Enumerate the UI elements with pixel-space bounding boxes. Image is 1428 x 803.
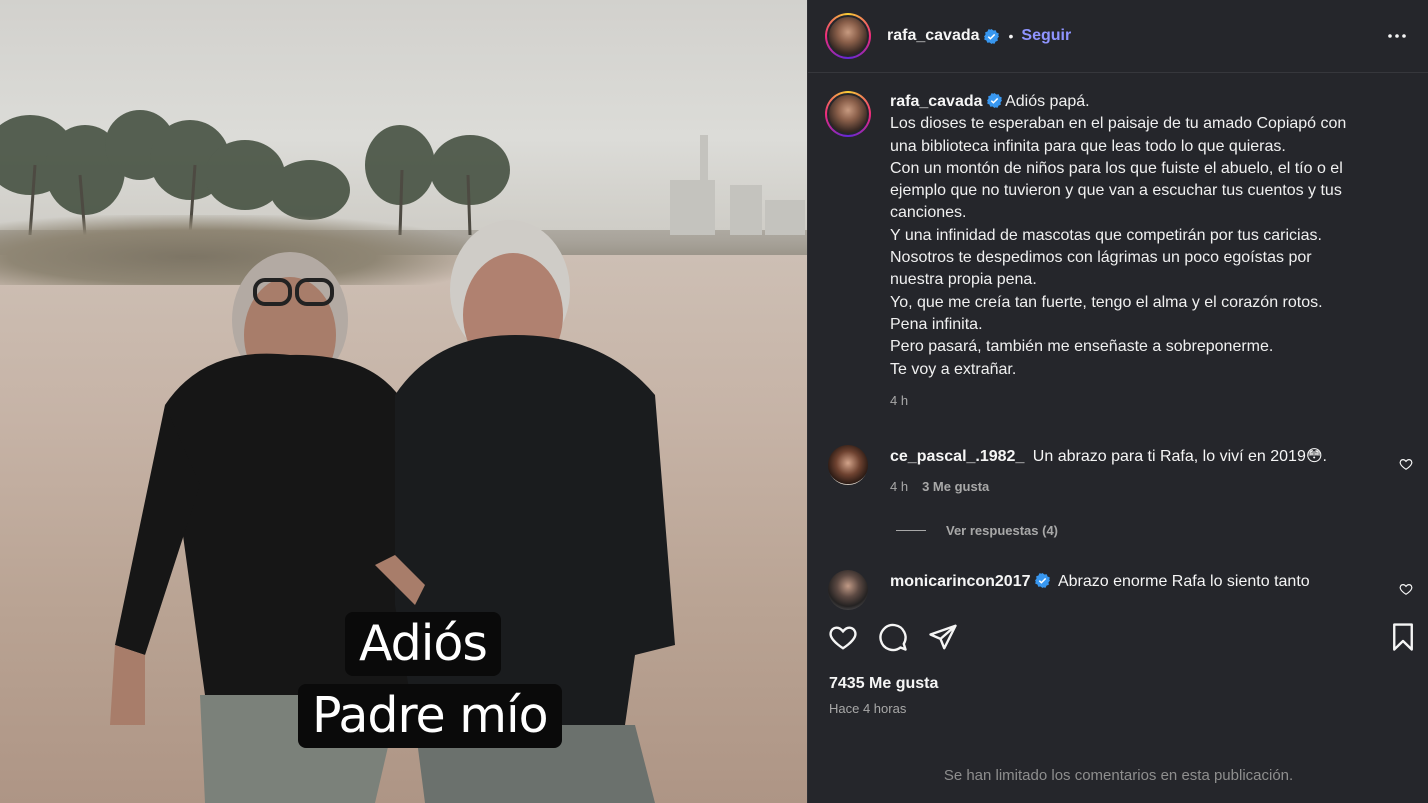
like-heart-icon[interactable]: [828, 622, 858, 652]
view-replies-label: Ver respuestas (4): [946, 523, 1059, 538]
save-bookmark-icon[interactable]: [1388, 622, 1418, 652]
verified-badge-icon: [986, 93, 1002, 108]
caption-timestamp[interactable]: 4 h: [890, 390, 1346, 412]
comment-text: Abrazo enorme Rafa lo siento tanto: [1057, 573, 1310, 590]
caption-username[interactable]: rafa_cavada: [890, 93, 983, 110]
comment-meta: 4 h 3 Me gusta: [890, 476, 1327, 498]
commenter-avatar[interactable]: [828, 445, 868, 485]
author-username[interactable]: rafa_cavada: [887, 27, 980, 45]
caption-line: canciones.: [890, 204, 967, 222]
post-header: rafa_cavada • Seguir: [808, 0, 1428, 73]
comment-like-heart-icon[interactable]: [1399, 582, 1413, 596]
comment-bubble-icon[interactable]: [878, 622, 908, 652]
comment-item: ce_pascal_.1982_ Un abrazo para ti Rafa,…: [828, 445, 1413, 498]
caption-line: Los dioses te esperaban en el paisaje de…: [890, 115, 1347, 133]
story-text-overlay: Adiós Padre mío: [298, 612, 562, 776]
comments-limited-notice: Se han limitado los comentarios en esta …: [808, 766, 1428, 784]
caption-line: Te voy a extrañar.: [890, 360, 1017, 378]
post-caption: rafa_cavada Adiós papá. Los dioses te es…: [825, 91, 1410, 412]
follow-button[interactable]: Seguir: [1021, 27, 1071, 45]
comment-body: monicarincon2017 Abrazo enorme Rafa lo s…: [890, 571, 1310, 610]
caption-line: Nosotros te despedimos con lágrimas un p…: [890, 249, 1312, 267]
comment-timestamp[interactable]: 4 h: [890, 479, 908, 494]
share-paper-plane-icon[interactable]: [928, 622, 958, 652]
likes-count[interactable]: 7435 Me gusta: [829, 675, 938, 693]
comment-body: ce_pascal_.1982_ Un abrazo para ti Rafa,…: [890, 446, 1327, 498]
commenter-avatar[interactable]: [828, 570, 868, 610]
comment-text: Un abrazo para ti Rafa, lo viví en 2019😳…: [1032, 448, 1327, 465]
caption-line: Con un montón de niños para los que fuis…: [890, 159, 1343, 177]
commenter-username[interactable]: monicarincon2017: [890, 573, 1031, 590]
post-side-panel: rafa_cavada • Seguir rafa_cavada Adiós p…: [807, 0, 1428, 803]
caption-line: Pena infinita.: [890, 315, 983, 333]
story-text-line-1: Adiós: [345, 612, 501, 676]
author-avatar[interactable]: [825, 13, 871, 59]
caption-line: Adiós papá.: [1005, 93, 1090, 110]
verified-badge-icon: [983, 28, 999, 44]
caption-line: Yo, que me creía tan fuerte, tengo el al…: [890, 293, 1323, 311]
caption-line: Pero pasará, también me enseñaste a sobr…: [890, 338, 1274, 356]
caption-line: Y una infinidad de mascotas que competir…: [890, 226, 1322, 244]
caption-line: ejemplo que no tuvieron y que van a escu…: [890, 182, 1342, 200]
action-bar: [828, 622, 1413, 654]
comment-item: monicarincon2017 Abrazo enorme Rafa lo s…: [828, 570, 1413, 610]
post-timestamp[interactable]: Hace 4 horas: [829, 701, 906, 716]
commenter-username[interactable]: ce_pascal_.1982_: [890, 448, 1024, 465]
caption-author-avatar[interactable]: [825, 91, 871, 137]
more-options-icon[interactable]: [1385, 24, 1409, 48]
view-replies-button[interactable]: Ver respuestas (4): [896, 523, 1058, 538]
caption-line: nuestra propia pena.: [890, 271, 1037, 289]
caption-body: rafa_cavada Adiós papá. Los dioses te es…: [890, 91, 1346, 412]
post-image[interactable]: Adiós Padre mío: [0, 0, 807, 803]
header-separator: •: [1008, 28, 1014, 44]
verified-badge-icon: [1034, 573, 1050, 588]
comment-like-heart-icon[interactable]: [1399, 457, 1413, 471]
caption-line: una biblioteca infinita para que leas to…: [890, 137, 1286, 155]
replies-divider: [896, 530, 926, 531]
story-text-line-2: Padre mío: [298, 684, 562, 748]
comment-likes-count[interactable]: 3 Me gusta: [922, 479, 989, 494]
